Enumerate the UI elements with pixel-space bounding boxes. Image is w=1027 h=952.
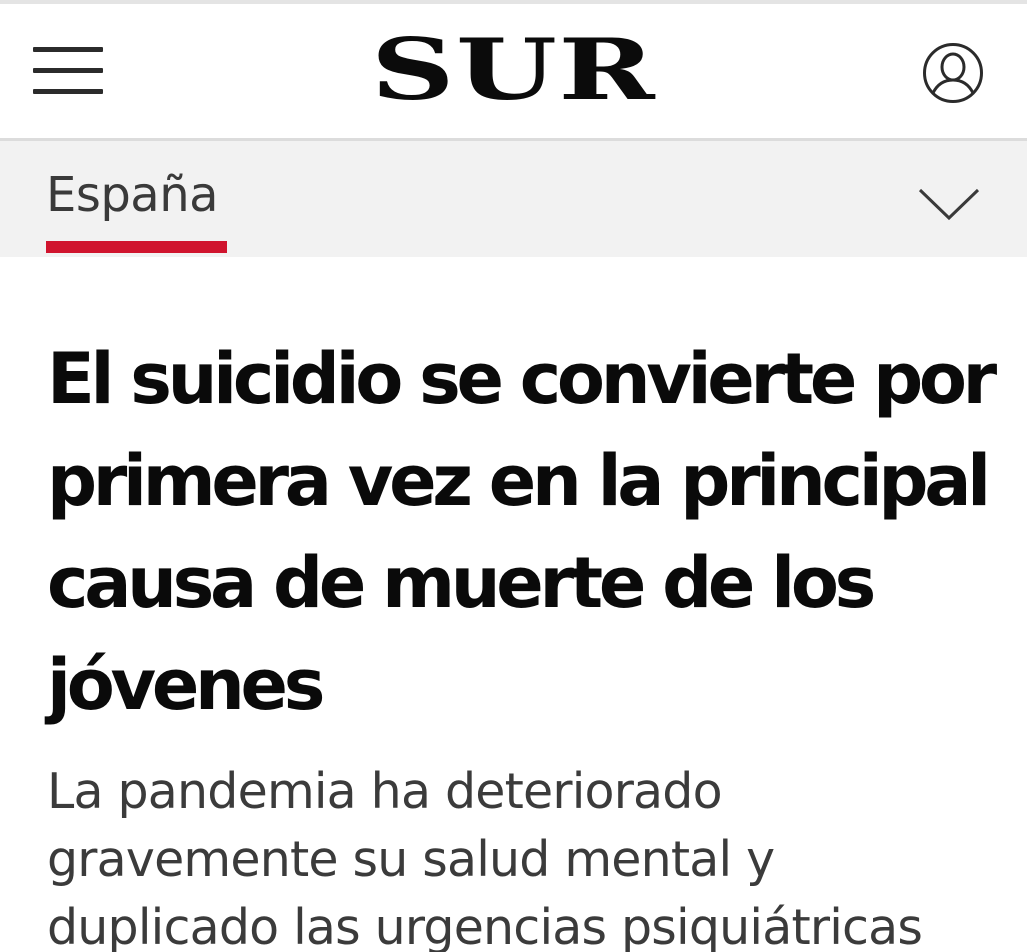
user-account-icon[interactable] (922, 42, 984, 104)
article-subheadline: La pandemia ha deteriorado gravemente su… (47, 763, 923, 952)
section-active-indicator (46, 241, 227, 253)
site-logo[interactable]: SUR (0, 24, 1027, 116)
section-bar: España (0, 141, 1027, 257)
site-header: SUR (0, 4, 1027, 141)
section-label[interactable]: España (46, 163, 219, 227)
article-headline: El suicidio se convierte por primera vez… (47, 338, 997, 726)
chevron-down-icon[interactable] (916, 182, 982, 226)
